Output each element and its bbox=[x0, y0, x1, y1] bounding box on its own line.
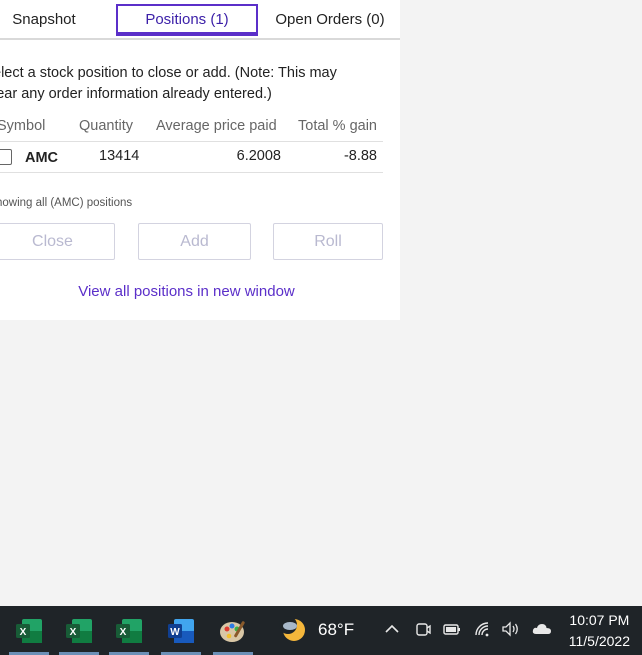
svg-text:X: X bbox=[20, 627, 27, 638]
close-button[interactable]: Close bbox=[0, 223, 115, 260]
positions-panel: Snapshot Positions (1) Open Orders (0) e… bbox=[0, 0, 400, 320]
row-symbol: AMC bbox=[25, 150, 59, 166]
onedrive-cloud-icon[interactable] bbox=[531, 620, 553, 642]
column-header-quantity: Quantity bbox=[79, 118, 133, 134]
taskbar: X X X W 68°F 10:07 PM 11/5/2022 bbox=[0, 606, 642, 655]
tab-positions[interactable]: Positions (1) bbox=[116, 4, 258, 36]
roll-button[interactable]: Roll bbox=[273, 223, 383, 260]
weather-temperature[interactable]: 68°F bbox=[318, 620, 354, 640]
excel-icon[interactable]: X bbox=[114, 616, 144, 646]
tab-snapshot[interactable]: Snapshot bbox=[0, 4, 88, 36]
position-checkbox[interactable] bbox=[0, 149, 12, 165]
row-quantity: 13414 bbox=[99, 148, 140, 164]
battery-icon[interactable] bbox=[442, 620, 462, 642]
excel-icon[interactable]: X bbox=[14, 616, 44, 646]
row-divider bbox=[0, 172, 383, 173]
word-icon[interactable]: W bbox=[166, 616, 196, 646]
system-clock[interactable]: 10:07 PM 11/5/2022 bbox=[569, 610, 630, 652]
weather-moon-icon[interactable] bbox=[278, 615, 308, 645]
clock-date: 11/5/2022 bbox=[568, 633, 630, 649]
meeting-icon[interactable] bbox=[414, 620, 432, 642]
instruction-line-2: lear any order information already enter… bbox=[0, 86, 272, 102]
showing-positions-text: howing all (AMC) positions bbox=[0, 197, 133, 209]
row-total-gain: -8.88 bbox=[343, 148, 377, 164]
view-all-positions-link[interactable]: View all positions in new window bbox=[0, 283, 373, 300]
column-header-total-gain: Total % gain bbox=[298, 118, 377, 134]
header-divider bbox=[0, 141, 383, 142]
volume-icon[interactable] bbox=[500, 620, 522, 642]
clock-time: 10:07 PM bbox=[569, 612, 630, 628]
chevron-up-icon[interactable] bbox=[383, 620, 401, 642]
tab-bar: Snapshot Positions (1) Open Orders (0) bbox=[0, 0, 400, 40]
tab-open-orders[interactable]: Open Orders (0) bbox=[266, 4, 394, 36]
svg-text:X: X bbox=[120, 627, 127, 638]
svg-text:W: W bbox=[170, 627, 180, 638]
paint-icon[interactable] bbox=[218, 616, 248, 646]
row-avg-price: 6.2008 bbox=[236, 148, 281, 164]
add-button[interactable]: Add bbox=[138, 223, 251, 260]
excel-icon[interactable]: X bbox=[64, 616, 94, 646]
column-header-symbol: Symbol bbox=[0, 118, 46, 134]
instruction-line-1: elect a stock position to close or add. … bbox=[0, 65, 337, 81]
column-header-avg-price: Average price paid bbox=[156, 118, 277, 134]
wifi-icon[interactable] bbox=[473, 620, 493, 642]
instruction-text: elect a stock position to close or add. … bbox=[0, 63, 393, 105]
svg-text:X: X bbox=[70, 627, 77, 638]
